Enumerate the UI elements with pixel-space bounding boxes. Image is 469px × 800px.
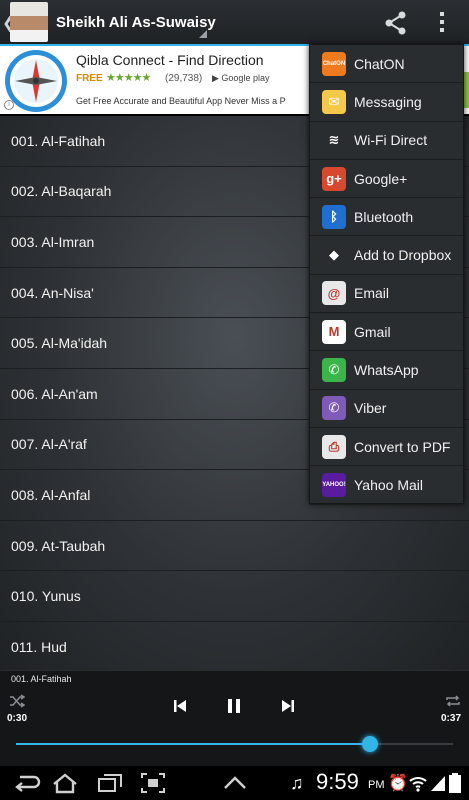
ad-info-icon[interactable]: i — [4, 100, 14, 110]
seek-bar-thumb[interactable] — [361, 736, 378, 752]
share-menu-label: Google+ — [354, 170, 408, 187]
battery-icon — [449, 773, 461, 793]
ad-free-label: FREE — [76, 73, 103, 84]
google-play-label: Google play — [221, 73, 270, 83]
share-menu-label: Bluetooth — [354, 208, 414, 225]
app-title: Sheikh Ali As-Suwaisy — [56, 14, 216, 31]
share-menu-label: Email — [354, 285, 390, 302]
yahoo-mail-icon: YAHOO! — [322, 472, 346, 497]
google-plus-icon: g+ — [322, 166, 346, 191]
share-menu-popup: ChatON ChatON ✉ Messaging ≋ Wi-Fi Direct g+ Goo… — [309, 44, 464, 505]
share-menu-item[interactable]: ChatON ChatON — [310, 45, 463, 84]
share-menu-item[interactable]: ✆ WhatsApp — [310, 351, 463, 390]
share-menu-item[interactable]: ✉ Messaging — [310, 83, 463, 122]
share-menu-item[interactable]: M Gmail — [310, 313, 463, 352]
share-menu-label: Gmail — [354, 323, 391, 340]
shuffle-icon[interactable] — [9, 694, 25, 708]
app-icon-avatar[interactable] — [10, 2, 48, 42]
media-player: 001. Al-Fatihah 0:30 0:37 — [0, 670, 469, 766]
status-clock: 9:59 — [316, 769, 359, 794]
status-ampm: PM — [368, 779, 385, 791]
bluetooth-icon: ᛒ — [322, 204, 346, 229]
share-menu-item[interactable]: @ Email — [310, 275, 463, 314]
seek-bar[interactable] — [16, 736, 453, 752]
menu-up-icon[interactable] — [222, 772, 248, 794]
share-menu-label: Add to Dropbox — [354, 247, 452, 264]
overflow-menu-icon[interactable] — [438, 12, 446, 34]
share-menu-item[interactable]: g+ Google+ — [310, 160, 463, 199]
share-menu-item[interactable]: YAHOO! Yahoo Mail — [310, 466, 463, 505]
share-menu-label: WhatsApp — [354, 362, 419, 379]
share-menu-label: Messaging — [354, 93, 422, 110]
next-track-button[interactable] — [280, 698, 296, 714]
share-menu-item[interactable]: ✆ Viber — [310, 390, 463, 428]
share-icon[interactable] — [383, 10, 409, 36]
share-menu-label: Yahoo Mail — [354, 476, 424, 493]
signal-icon — [431, 776, 445, 791]
share-menu-item[interactable]: ≋ Wi-Fi Direct — [310, 122, 463, 160]
system-bar: ♫ 9:59 PM ⏰ — [0, 766, 469, 800]
ad-title: Qibla Connect - Find Direction — [76, 52, 264, 68]
back-icon[interactable] — [12, 772, 42, 794]
total-time: 0:37 — [441, 713, 462, 724]
alarm-icon: ⏰ — [388, 775, 408, 792]
music-note-icon: ♫ — [290, 773, 304, 793]
dropdown-indicator-icon — [199, 30, 207, 38]
pause-button[interactable] — [225, 697, 243, 715]
gmail-icon: M — [322, 319, 346, 344]
wifi-icon — [409, 777, 427, 792]
viber-icon: ✆ — [322, 396, 346, 421]
share-menu-item[interactable]: ⎙ Convert to PDF — [310, 428, 463, 467]
chaton-icon: ChatON — [322, 51, 346, 76]
seek-bar-progress — [16, 743, 370, 745]
track-row[interactable]: 009. At-Taubah — [0, 521, 469, 572]
messaging-icon: ✉ — [322, 89, 346, 114]
action-bar: ❮ Sheikh Ali As-Suwaisy — [0, 0, 469, 46]
wifi-direct-icon: ≋ — [322, 128, 346, 153]
repeat-icon[interactable] — [445, 694, 461, 708]
whatsapp-icon: ✆ — [322, 358, 346, 383]
share-menu-label: ChatON — [354, 55, 405, 72]
share-menu-item[interactable]: ◆ Add to Dropbox — [310, 236, 463, 275]
pdf-icon: ⎙ — [322, 434, 346, 459]
share-menu-label: Convert to PDF — [354, 438, 451, 455]
track-row[interactable]: 011. Hud — [0, 622, 469, 670]
now-playing-title: 001. Al-Fatihah — [11, 674, 72, 684]
current-time: 0:30 — [7, 713, 28, 724]
screenshot-icon[interactable] — [140, 772, 166, 794]
google-play-badge: ▶ Google play — [212, 73, 270, 83]
ad-rating-stars: ★★★★★ — [106, 72, 151, 84]
share-menu-label: Wi-Fi Direct — [354, 132, 428, 149]
recent-apps-icon[interactable] — [95, 772, 125, 794]
ad-description: Get Free Accurate and Beautiful App Neve… — [76, 96, 286, 106]
track-row[interactable]: 010. Yunus — [0, 571, 469, 622]
dropbox-icon: ◆ — [322, 243, 346, 268]
share-menu-item[interactable]: ᛒ Bluetooth — [310, 198, 463, 237]
email-icon: @ — [322, 281, 346, 306]
previous-track-button[interactable] — [172, 698, 188, 714]
share-menu-label: Viber — [354, 400, 387, 417]
ad-rating-count: (29,738) — [165, 73, 203, 84]
home-icon[interactable] — [50, 772, 80, 794]
